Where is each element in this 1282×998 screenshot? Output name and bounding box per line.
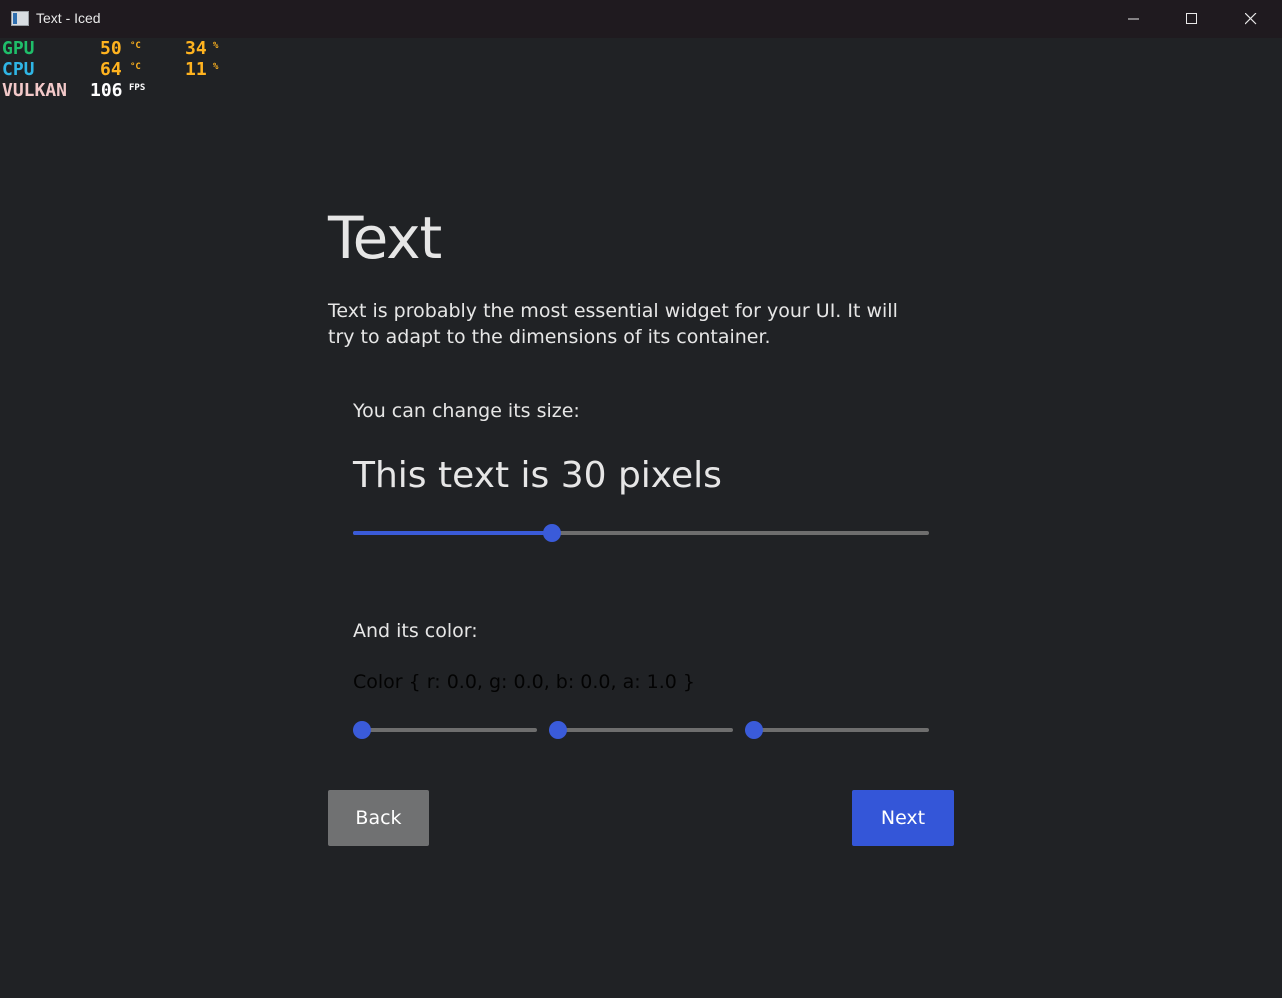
blue-slider[interactable] <box>745 721 929 739</box>
api-label: VULKAN <box>2 80 68 101</box>
cpu-load: 11 <box>185 59 207 80</box>
back-button[interactable]: Back <box>328 790 429 846</box>
page-title: Text <box>328 204 442 272</box>
next-button[interactable]: Next <box>852 790 954 846</box>
close-icon <box>1245 13 1257 25</box>
window-title: Text - Iced <box>36 10 101 26</box>
title-bar: Text - Iced <box>0 0 1282 38</box>
blue-slider-rail <box>745 728 929 732</box>
page-description: Text is probably the most essential widg… <box>328 300 898 348</box>
color-label: And its color: <box>353 620 478 642</box>
red-slider-handle[interactable] <box>353 721 371 739</box>
gpu-stats: GPU 50 °C 34 % <box>2 38 232 59</box>
size-demo-text: This text is 30 pixels <box>353 455 722 496</box>
gpu-load-unit: % <box>213 41 219 51</box>
color-value-text: Color { r: 0.0, g: 0.0, b: 0.0, a: 1.0 } <box>353 671 696 693</box>
size-slider-handle[interactable] <box>542 524 561 542</box>
gpu-temp-unit: °C <box>130 41 141 51</box>
gpu-load: 34 <box>185 38 207 59</box>
minimize-icon <box>1128 18 1139 20</box>
maximize-icon <box>1186 13 1197 24</box>
gpu-temp: 50 <box>100 38 122 59</box>
size-slider-fill <box>353 531 552 535</box>
cpu-temp-unit: °C <box>130 62 141 72</box>
size-slider[interactable] <box>353 524 929 542</box>
cpu-temp: 64 <box>100 59 122 80</box>
fps-value: 106 <box>90 80 123 101</box>
red-slider[interactable] <box>353 721 537 739</box>
cpu-load-unit: % <box>213 62 219 72</box>
gpu-label: GPU <box>2 38 35 59</box>
cpu-stats: CPU 64 °C 11 % <box>2 59 232 80</box>
green-slider-handle[interactable] <box>549 721 567 739</box>
app-icon <box>11 11 29 26</box>
size-label: You can change its size: <box>353 400 580 422</box>
blue-slider-handle[interactable] <box>745 721 763 739</box>
fps-unit: FPS <box>129 83 146 93</box>
minimize-button[interactable] <box>1105 0 1163 38</box>
red-slider-rail <box>353 728 537 732</box>
close-button[interactable] <box>1222 0 1280 38</box>
performance-overlay: GPU 50 °C 34 % CPU 64 °C 11 % VULKAN 106… <box>2 38 232 101</box>
maximize-button[interactable] <box>1163 0 1221 38</box>
cpu-label: CPU <box>2 59 35 80</box>
fps-stats: VULKAN 106 FPS <box>2 80 232 101</box>
green-slider[interactable] <box>549 721 733 739</box>
green-slider-rail <box>549 728 733 732</box>
